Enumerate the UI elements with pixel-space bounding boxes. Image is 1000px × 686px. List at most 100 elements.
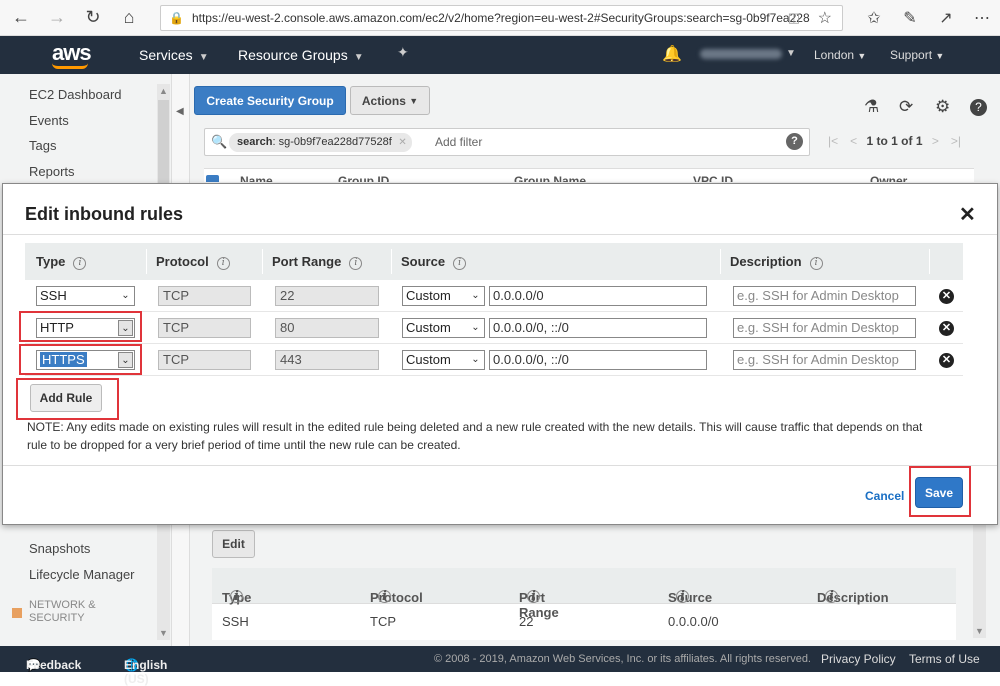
first-page-icon[interactable]: |< [828,134,838,148]
column-vpc-id[interactable]: VPC ID [693,174,733,182]
search-filter-bar[interactable]: 🔍 search: sg-0b9f7ea228d77528f ✕ Add filt… [204,128,810,156]
info-icon[interactable]: i [453,257,467,270]
refresh-icon[interactable]: ↻ [78,3,108,33]
favorite-star-icon[interactable]: ☆ [818,8,832,28]
sidebar-section-network-security[interactable]: NETWORK & SECURITY [29,599,109,625]
highlight-box-http-type [19,311,142,342]
next-page-icon[interactable]: > [932,134,939,148]
divider [3,465,997,466]
forward-icon[interactable]: → [42,3,72,33]
address-bar[interactable]: 🔒 https://eu-west-2.console.aws.amazon.c… [160,5,843,31]
chevron-down-icon: ⌄ [471,290,480,301]
create-security-group-button[interactable]: Create Security Group [194,86,346,115]
remove-filter-icon[interactable]: ✕ [398,133,406,152]
info-icon[interactable]: i [809,257,823,270]
source-cidr-input[interactable]: 0.0.0.0/0, ::/0 [489,350,707,370]
help-icon[interactable]: ? [970,99,987,116]
type-select[interactable]: SSH ⌄ [36,286,135,306]
pin-icon[interactable]: ✦ [397,44,409,61]
column-group-id[interactable]: Group ID [338,174,389,182]
description-input[interactable]: e.g. SSH for Admin Desktop [733,318,916,338]
delete-rule-icon[interactable]: ✕ [939,321,954,336]
account-name-blurred[interactable] [700,49,782,59]
cell-protocol: TCP [370,614,396,629]
add-filter-input[interactable]: Add filter [435,135,482,149]
source-mode-select[interactable]: Custom ⌄ [402,318,485,338]
column-name[interactable]: Name [240,174,273,182]
sidebar-item-tags[interactable]: Tags [29,138,56,153]
close-icon[interactable]: ✕ [959,202,976,227]
info-icon: i [825,590,838,603]
info-icon: i [676,590,689,603]
add-rule-button[interactable]: Add Rule [30,384,102,412]
column-type: Type i [36,254,87,270]
more-icon[interactable]: ⋯ [964,8,1000,28]
sidebar-item-reports[interactable]: Reports [29,164,75,179]
pen-icon[interactable]: ✎ [892,8,928,28]
edit-warning-note: NOTE: Any edits made on existing rules w… [27,420,923,452]
cell-type: SSH [222,614,249,629]
info-icon[interactable]: i [73,257,87,270]
bell-icon[interactable]: 🔔 [662,44,682,64]
search-filter-chip[interactable]: search: sg-0b9f7ea228d77528f ✕ [229,133,412,152]
favorites-icon[interactable]: ✩ [856,8,892,28]
column-owner[interactable]: Owner [870,174,907,182]
collapse-left-icon[interactable]: ◀ [176,106,184,117]
inbound-rules-table: Type i Protocol i Port Range i Source i Desc… [212,568,956,640]
rule-row-ssh: SSH ⌄ TCP 22 Custom ⌄ 0.0.0.0/0 e.g. SSH f… [25,280,963,312]
port-range-field: 80 [275,318,379,338]
share-icon[interactable]: ↗ [928,8,964,28]
terms-of-use-link[interactable]: Terms of Use [909,652,980,666]
dialog-title: Edit inbound rules [25,204,183,224]
home-icon[interactable]: ⌂ [114,3,144,33]
column-protocol: Protocol i [156,254,230,270]
select-all-checkbox[interactable] [206,175,219,182]
delete-rule-icon[interactable]: ✕ [939,353,954,368]
refresh-icon[interactable]: ⟳ [899,97,913,117]
scroll-down-icon[interactable]: ▼ [975,626,984,636]
delete-rule-icon[interactable]: ✕ [939,289,954,304]
prev-page-icon[interactable]: < [850,134,857,148]
copyright: © 2008 - 2019, Amazon Web Services, Inc.… [434,653,811,665]
section-collapse-icon[interactable] [12,608,22,618]
source-mode-select[interactable]: Custom ⌄ [402,286,485,306]
source-mode-select[interactable]: Custom ⌄ [402,350,485,370]
reading-view-icon[interactable]: ◫ [788,10,800,26]
info-icon: i [230,590,243,603]
info-icon: i [378,590,391,603]
info-icon[interactable]: i [216,257,230,270]
gear-icon[interactable]: ⚙ [935,97,950,117]
column-group-name[interactable]: Group Name [514,174,586,182]
sidebar-item-ec2-dashboard[interactable]: EC2 Dashboard [29,87,122,102]
scroll-up-icon[interactable]: ▲ [159,86,168,96]
actions-button[interactable]: Actions ▼ [350,86,430,115]
sidebar-item-snapshots[interactable]: Snapshots [29,541,90,556]
flask-icon[interactable]: ⚗ [864,97,879,117]
edit-inbound-rules-dialog: Edit inbound rules ✕ Type i Protocol i Por… [2,183,998,525]
services-menu[interactable]: Services ▼ [139,47,209,63]
region-menu[interactable]: London ▼ [814,48,866,62]
sidebar-item-lifecycle-manager[interactable]: Lifecycle Manager [29,567,135,582]
info-icon[interactable]: i [349,257,363,270]
main-scrollbar[interactable]: ▼ [973,520,986,638]
cell-source: 0.0.0.0/0 [668,614,719,629]
support-menu[interactable]: Support ▼ [890,48,944,62]
last-page-icon[interactable]: >| [951,134,961,148]
description-input[interactable]: e.g. SSH for Admin Desktop [733,350,916,370]
account-caret-icon[interactable]: ▼ [786,48,796,59]
column-source: Source i [401,254,467,270]
privacy-policy-link[interactable]: Privacy Policy [821,652,896,666]
description-input[interactable]: e.g. SSH for Admin Desktop [733,286,916,306]
sidebar-item-events[interactable]: Events [29,113,69,128]
scroll-down-icon[interactable]: ▼ [159,628,168,638]
edit-button[interactable]: Edit [212,530,255,558]
cancel-button[interactable]: Cancel [865,489,904,503]
source-cidr-input[interactable]: 0.0.0.0/0, ::/0 [489,318,707,338]
protocol-field: TCP [158,350,251,370]
back-icon[interactable]: ← [6,3,36,33]
url-text: https://eu-west-2.console.aws.amazon.com… [191,11,810,25]
save-button[interactable]: Save [915,477,963,508]
search-help-icon[interactable]: ? [786,133,803,150]
source-cidr-input[interactable]: 0.0.0.0/0 [489,286,707,306]
resource-groups-menu[interactable]: Resource Groups ▼ [238,47,364,63]
